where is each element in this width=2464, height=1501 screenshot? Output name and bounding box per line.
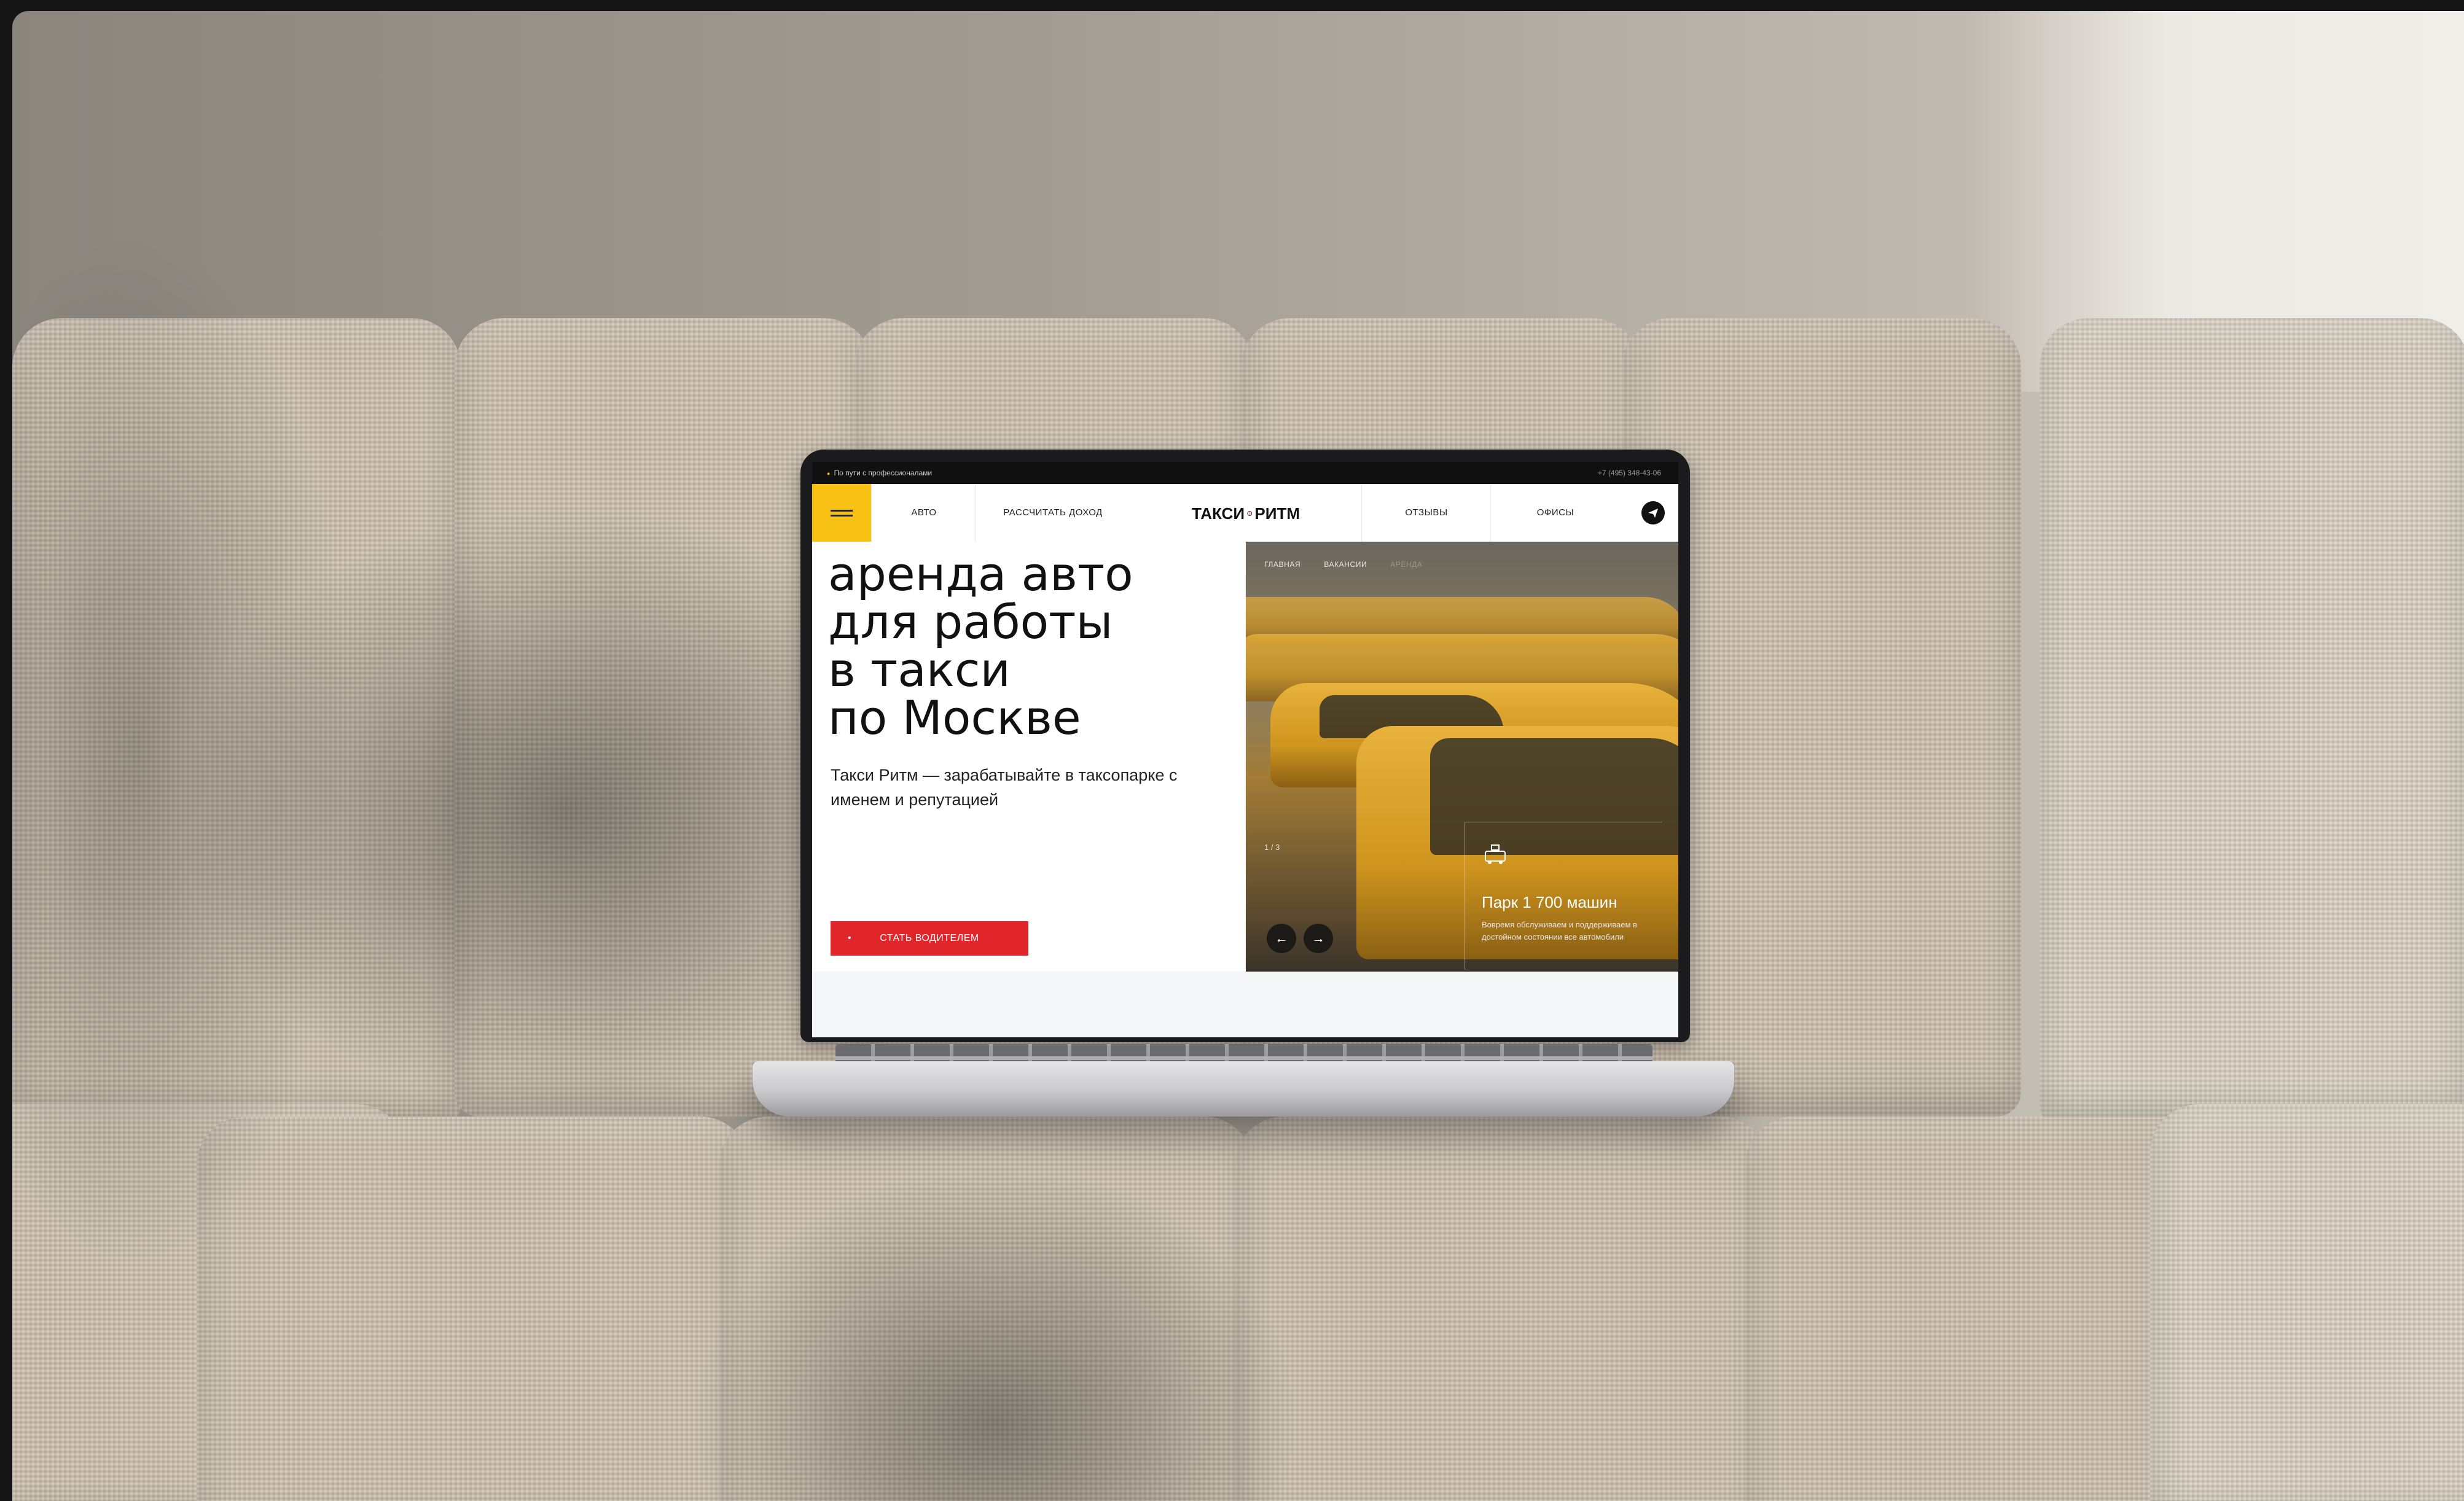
breadcrumb-home[interactable]: ГЛАВНАЯ xyxy=(1264,560,1300,569)
telegram-button[interactable] xyxy=(1641,501,1665,524)
hero-slider: ГЛАВНАЯ ВАКАНСИИ АРЕНДА 1 / 3 Парк 1 700… xyxy=(1246,542,1678,972)
menu-button[interactable] xyxy=(812,484,871,542)
become-driver-button[interactable]: СТАТЬ ВОДИТЕЛЕМ xyxy=(831,921,1028,956)
nav-item-reviews[interactable]: ОТЗЫВЫ xyxy=(1361,484,1491,542)
laptop-screen: По пути с профессионалами +7 (495) 348-4… xyxy=(812,462,1678,1037)
hero-text-panel: аренда авто для работы в такси по Москве… xyxy=(812,542,1245,972)
top-bar: По пути с профессионалами +7 (495) 348-4… xyxy=(812,462,1678,484)
headline-line: аренда авто xyxy=(828,547,1133,601)
logo[interactable]: ТАКСИ РИТМ xyxy=(1192,500,1300,527)
headline-line: по Москве xyxy=(828,690,1081,745)
send-icon xyxy=(1648,509,1658,518)
phone-number[interactable]: +7 (495) 348-43-06 xyxy=(1598,469,1661,477)
slide-text: Вовремя обслуживаем и поддерживаем в дос… xyxy=(1482,920,1637,942)
taxi-icon xyxy=(1485,844,1506,864)
laptop-base xyxy=(753,1061,1734,1117)
breadcrumb: ГЛАВНАЯ ВАКАНСИИ АРЕНДА xyxy=(1264,560,1444,569)
slide-counter: 1 / 3 xyxy=(1264,843,1280,852)
logo-right: РИТМ xyxy=(1254,504,1300,523)
arrow-left-icon[interactable]: ← xyxy=(1267,924,1296,953)
hero-headline: аренда авто для работы в такси по Москве xyxy=(828,550,1234,742)
tagline: По пути с профессионалами xyxy=(827,469,932,477)
nav-item-offices[interactable]: ОФИСЫ xyxy=(1490,484,1620,542)
sofa-back-cushion xyxy=(12,318,461,1129)
headline-line: для работы xyxy=(828,595,1113,649)
arrow-right-icon[interactable]: → xyxy=(1304,924,1333,953)
lower-section xyxy=(812,972,1678,1037)
nav-item-auto[interactable]: АВТО xyxy=(871,484,976,542)
sofa-seat-cushion xyxy=(2150,1104,2464,1501)
menu-icon xyxy=(831,515,853,517)
sofa-back-cushion xyxy=(2040,318,2464,1129)
breadcrumb-vacancies[interactable]: ВАКАНСИИ xyxy=(1324,560,1367,569)
menu-icon xyxy=(831,510,853,512)
logo-left: ТАКСИ xyxy=(1192,504,1245,523)
hero-subtitle: Такси Ритм — зарабатывайте в таксопарке … xyxy=(831,766,1178,809)
nav-item-calc[interactable]: РАССЧИТАТЬ ДОХОД xyxy=(976,484,1130,542)
logo-mark-icon xyxy=(1247,511,1253,516)
sofa-seat-cushion xyxy=(1235,1117,1769,1501)
sofa-seat-cushion xyxy=(197,1117,749,1501)
breadcrumb-current: АРЕНДА xyxy=(1390,560,1423,569)
headline-line: в такси xyxy=(828,642,1011,697)
slide-title: Парк 1 700 машин xyxy=(1482,893,1617,911)
sofa-seat-cushion xyxy=(719,1117,1253,1501)
main-nav: АВТО РАССЧИТАТЬ ДОХОД ТАКСИ РИТМ ОТЗЫВЫ … xyxy=(812,484,1678,542)
